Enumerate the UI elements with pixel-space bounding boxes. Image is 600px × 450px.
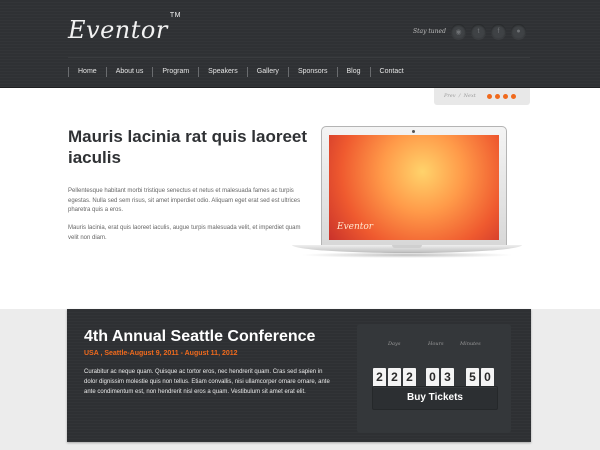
twitter-icon[interactable]: t: [471, 24, 486, 39]
hero-paragraph: Pellentesque habitant morbi tristique se…: [68, 188, 301, 213]
flickr-icon[interactable]: ●: [511, 24, 526, 39]
nav-item-blog[interactable]: Blog: [336, 67, 370, 77]
laptop-screen: Eventor: [329, 135, 499, 240]
laptop-screen-logo: Eventor: [337, 222, 374, 232]
countdown-days-label: Days: [388, 341, 401, 347]
slider-prev[interactable]: Prev: [444, 93, 456, 99]
nav-item-gallery[interactable]: Gallery: [246, 67, 288, 77]
hero-paragraph: Mauris lacinia, erat quis laoreet iaculi…: [68, 225, 301, 241]
countdown-panel: Days Hours Minutes 2 2 2 0 3 5 0: [357, 324, 511, 433]
camera-icon: [412, 130, 415, 133]
facebook-icon[interactable]: f: [491, 24, 506, 39]
nav-item-about[interactable]: About us: [105, 67, 153, 77]
slider-dot[interactable]: [503, 94, 508, 99]
hero-title: Mauris lacinia rat quis laoreet iaculis: [68, 127, 308, 167]
nav-item-home[interactable]: Home: [68, 67, 106, 77]
countdown-digit: 2: [388, 368, 401, 387]
countdown-digit: 0: [426, 368, 439, 387]
buy-tickets-button[interactable]: Buy Tickets: [372, 386, 498, 410]
slider-next[interactable]: Next: [464, 93, 476, 99]
stay-tuned-label: Stay tuned: [413, 28, 446, 35]
slider-pager: Prev / Next: [434, 88, 530, 105]
countdown-minutes-label: Minutes: [460, 341, 481, 347]
conference-description: Curabitur ac neque quam. Quisque ac tort…: [84, 369, 330, 395]
site-header: EventorTM Stay tuned ◉ t f ● Home About …: [0, 0, 600, 88]
hero-section: Prev / Next Mauris lacinia rat quis laor…: [0, 88, 600, 309]
countdown-digit: 5: [466, 368, 479, 387]
nav-item-sponsors[interactable]: Sponsors: [287, 67, 337, 77]
countdown-hours-label: Hours: [428, 341, 444, 347]
laptop-notch: [392, 245, 422, 248]
countdown-digit: 2: [373, 368, 386, 387]
conference-dates: USA , Seattle-August 9, 2011 - August 11…: [84, 350, 238, 357]
logo[interactable]: EventorTM: [68, 12, 180, 44]
conference-section: 4th Annual Seattle Conference USA , Seat…: [67, 309, 531, 442]
nav-item-speakers[interactable]: Speakers: [198, 67, 247, 77]
slider-dot[interactable]: [487, 94, 492, 99]
trademark: TM: [169, 12, 181, 19]
countdown-digit: 3: [441, 368, 454, 387]
slider-dot[interactable]: [495, 94, 500, 99]
main-nav: Home About us Program Speakers Gallery S…: [68, 66, 413, 80]
laptop-image: Eventor: [321, 126, 507, 246]
countdown-digit: 2: [403, 368, 416, 387]
countdown-digit: 0: [481, 368, 494, 387]
nav-item-program[interactable]: Program: [152, 67, 198, 77]
slider-separator: /: [458, 93, 461, 99]
slider-prev-next: Prev / Next: [444, 93, 476, 99]
conference-title: 4th Annual Seattle Conference: [84, 328, 316, 345]
rss-icon[interactable]: ◉: [451, 24, 466, 39]
nav-item-contact[interactable]: Contact: [369, 67, 413, 77]
logo-text: Eventor: [68, 16, 168, 44]
nav-divider: [68, 57, 530, 58]
slider-dot[interactable]: [511, 94, 516, 99]
laptop-shadow: [300, 252, 514, 258]
